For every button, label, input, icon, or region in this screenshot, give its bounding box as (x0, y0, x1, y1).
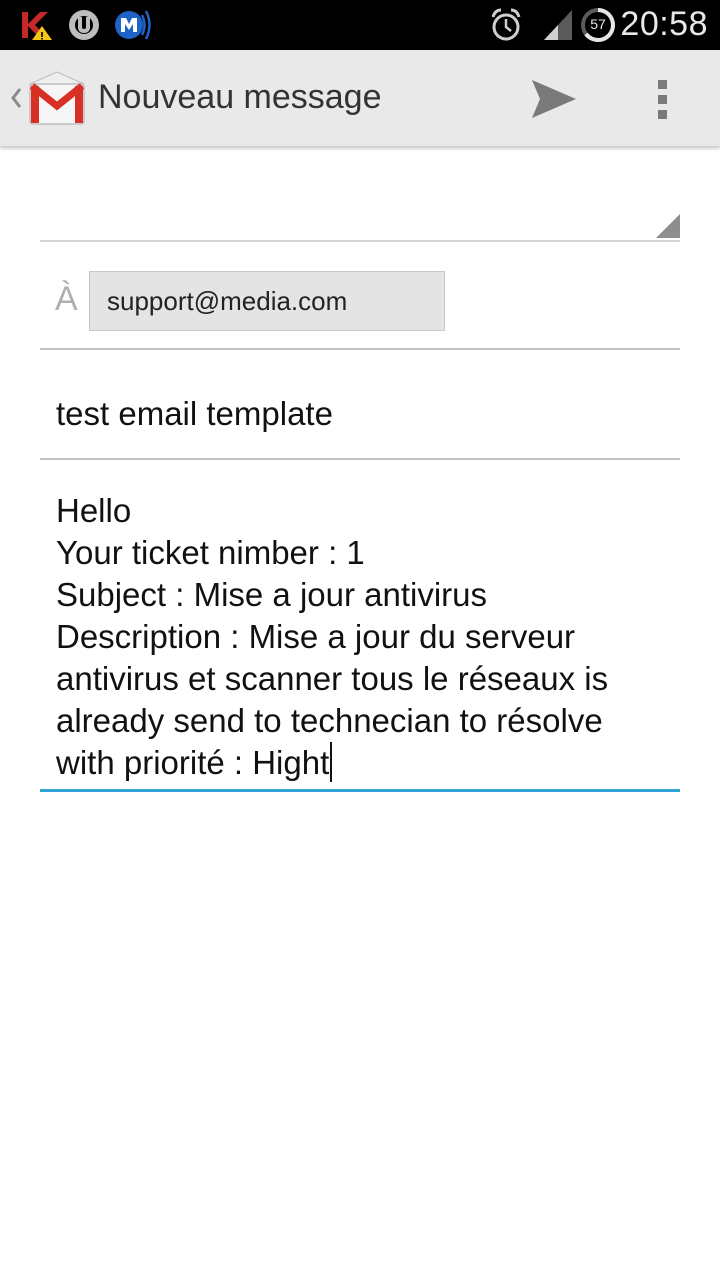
message-body-text[interactable]: Hello Your ticket nimber : 1 Subject : M… (56, 490, 676, 784)
body-line: antivirus et scanner tous le réseaux is (56, 660, 609, 697)
status-bar: 57 20:58 (0, 0, 720, 50)
to-field[interactable]: À support@media.com (40, 258, 680, 350)
wireless-notification-icon (115, 10, 151, 40)
utorrent-icon (69, 10, 99, 40)
to-label: À (55, 280, 78, 318)
message-body-field[interactable]: Hello Your ticket nimber : 1 Subject : M… (40, 480, 680, 792)
send-icon (532, 80, 576, 118)
body-line-text: with priorité : Hight (56, 744, 330, 781)
chevron-left-icon (11, 88, 22, 108)
page-title: Nouveau message (98, 78, 382, 116)
recipient-chip[interactable]: support@media.com (89, 271, 445, 331)
body-line: Description : Mise a jour du serveur (56, 618, 576, 655)
text-cursor (330, 742, 333, 782)
gmail-icon (29, 71, 85, 125)
alarm-icon (491, 8, 521, 41)
body-line: already send to technecian to résolve (56, 702, 603, 739)
signal-icon (544, 10, 572, 40)
status-time: 20:58 (620, 5, 708, 43)
from-account-spinner[interactable] (40, 160, 680, 242)
body-line: Subject : Mise a jour antivirus (56, 576, 488, 613)
kaspersky-icon (22, 12, 52, 40)
overflow-menu-button[interactable] (638, 70, 688, 128)
body-line: Hello (56, 492, 132, 529)
overflow-menu-icon (658, 80, 667, 119)
body-line: Your ticket nimber : 1 (56, 534, 365, 571)
body-line-last: with priorité : Hight (56, 742, 676, 784)
up-navigation-button[interactable] (0, 50, 96, 146)
action-bar: Nouveau message (0, 50, 720, 147)
battery-level-text: 57 (590, 16, 606, 32)
subject-input[interactable]: test email template (56, 395, 333, 433)
battery-icon: 57 (580, 7, 616, 43)
send-button[interactable] (520, 72, 584, 126)
subject-field[interactable]: test email template (40, 365, 680, 460)
spinner-corner-icon (656, 214, 680, 238)
